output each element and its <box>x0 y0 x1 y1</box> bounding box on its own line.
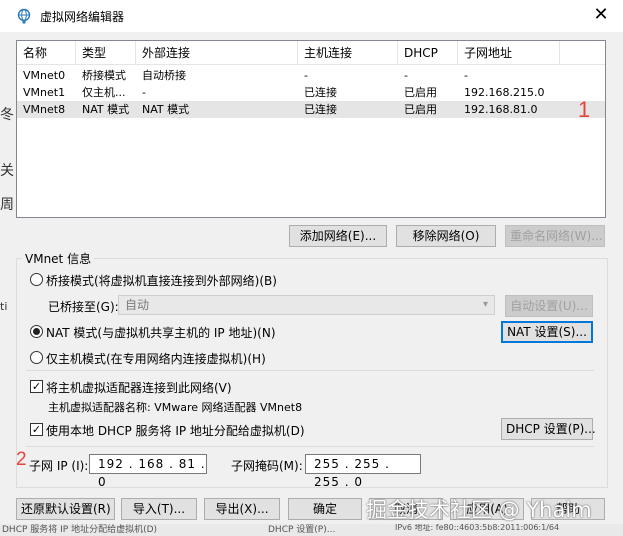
cell-host: - <box>304 69 308 82</box>
table-row-selected[interactable]: VMnet8 NAT 模式 NAT 模式 已连接 已启用 192.168.81.… <box>17 101 605 118</box>
divider <box>26 370 594 371</box>
subnet-mask-label: 子网掩码(M): <box>231 459 303 473</box>
table-header: 名称 类型 外部连接 主机连接 DHCP 子网地址 <box>17 41 605 65</box>
connect-adapter-label[interactable]: 将主机虚拟适配器连接到此网络(V) <box>46 379 232 396</box>
cell-subnet: 192.168.81.0 <box>464 103 538 116</box>
cell-type: 桥接模式 <box>82 69 126 82</box>
network-globe-icon <box>17 8 31 24</box>
ok-button[interactable]: 确定 <box>288 498 362 520</box>
vmnet-info-label: VMnet 信息 <box>22 250 95 267</box>
column-header-external[interactable]: 外部连接 <box>136 41 298 65</box>
connect-adapter-checkbox[interactable]: ✓ <box>30 380 43 393</box>
hostonly-mode-radio[interactable] <box>30 351 43 364</box>
close-button[interactable]: ✕ <box>590 4 612 26</box>
background-status-text: IPv6 地址: fe80::4603:5b8:2011:006:1/64 <box>395 524 560 532</box>
cell-external: NAT 模式 <box>142 103 190 116</box>
nat-mode-label[interactable]: NAT 模式(与虚拟机共享主机的 IP 地址)(N) <box>46 324 276 341</box>
bridged-to-select[interactable]: 自动 ▾ <box>118 295 495 315</box>
remove-network-button[interactable]: 移除网络(O) <box>396 225 496 247</box>
subnet-mask-field[interactable]: 255 . 255 . 255 . 0 <box>305 454 421 489</box>
adapter-name-text: 主机虚拟适配器名称: VMware 网络适配器 VMnet8 <box>48 401 303 414</box>
add-network-button[interactable]: 添加网络(E)... <box>289 225 387 247</box>
network-table: 名称 类型 外部连接 主机连接 DHCP 子网地址 VMnet0 桥接模式 自动… <box>16 40 606 218</box>
subnet-ip-label: 子网 IP (I): <box>29 459 89 473</box>
auto-settings-button[interactable]: 自动设置(U)... <box>505 295 593 317</box>
nat-mode-radio[interactable] <box>30 325 43 338</box>
table-row[interactable]: VMnet0 桥接模式 自动桥接 - - - <box>17 67 605 84</box>
column-header-host[interactable]: 主机连接 <box>298 41 398 65</box>
watermark-text: 掘金技术社区 @ Yhaim <box>366 498 592 522</box>
bridge-mode-label[interactable]: 桥接模式(将虚拟机直接连接到外部网络)(B) <box>46 272 277 289</box>
column-header-name[interactable]: 名称 <box>17 41 76 65</box>
cell-dhcp: 已启用 <box>404 86 437 99</box>
bridged-to-label: 已桥接至(G): <box>48 300 119 314</box>
column-header-subnet[interactable]: 子网地址 <box>458 41 560 65</box>
export-button[interactable]: 导出(X)... <box>204 498 280 520</box>
divider <box>26 446 594 447</box>
subnet-ip-field[interactable]: 192 . 168 . 81 . 0 <box>89 454 207 489</box>
annotation-two: 2 <box>16 449 27 470</box>
cell-name: VMnet1 <box>23 86 66 99</box>
cell-external: 自动桥接 <box>142 69 186 82</box>
dhcp-checkbox[interactable]: ✓ <box>30 423 43 436</box>
annotation-one: 1 <box>578 97 591 122</box>
cell-name: VMnet0 <box>23 69 66 82</box>
dhcp-label[interactable]: 使用本地 DHCP 服务将 IP 地址分配给虚拟机(D) <box>46 422 305 439</box>
window-title: 虚拟网络编辑器 <box>40 10 125 24</box>
bridged-to-value: 自动 <box>125 298 150 312</box>
cell-external: - <box>142 86 146 99</box>
cell-dhcp: - <box>404 69 408 82</box>
background-status-text: DHCP 服务将 IP 地址分配给虚拟机(D) <box>2 525 158 535</box>
background-fragment: 冬 <box>0 107 14 123</box>
column-header-type[interactable]: 类型 <box>76 41 136 65</box>
cell-subnet: 192.168.215.0 <box>464 86 545 99</box>
background-status-text: DHCP 设置(P)... <box>268 525 336 535</box>
background-fragment: ti <box>0 300 8 313</box>
import-button[interactable]: 导入(T)... <box>121 498 197 520</box>
background-strip: DHCP 服务将 IP 地址分配给虚拟机(D) DHCP 设置(P)... IP… <box>0 524 623 536</box>
background-fragment: 周 <box>0 197 14 213</box>
cell-subnet: - <box>464 69 468 82</box>
restore-defaults-button[interactable]: 还原默认设置(R) <box>16 498 115 520</box>
cell-host: 已连接 <box>304 103 337 116</box>
background-fragment: 关 <box>0 163 14 179</box>
dhcp-settings-button[interactable]: DHCP 设置(P)... <box>501 418 596 440</box>
cell-name: VMnet8 <box>23 103 66 116</box>
cell-host: 已连接 <box>304 86 337 99</box>
cell-dhcp: 已启用 <box>404 103 437 116</box>
cell-type: 仅主机... <box>82 86 126 99</box>
chevron-down-icon: ▾ <box>482 299 488 310</box>
title-bar: 虚拟网络编辑器 ✕ <box>0 0 623 32</box>
rename-network-button[interactable]: 重命名网络(W)... <box>505 225 605 247</box>
column-header-dhcp[interactable]: DHCP <box>398 41 458 65</box>
cell-type: NAT 模式 <box>82 103 130 116</box>
hostonly-mode-label[interactable]: 仅主机模式(在专用网络内连接虚拟机)(H) <box>46 350 266 367</box>
table-row[interactable]: VMnet1 仅主机... - 已连接 已启用 192.168.215.0 <box>17 84 605 101</box>
nat-settings-button[interactable]: NAT 设置(S)... <box>501 321 593 343</box>
bridge-mode-radio[interactable] <box>30 273 43 286</box>
